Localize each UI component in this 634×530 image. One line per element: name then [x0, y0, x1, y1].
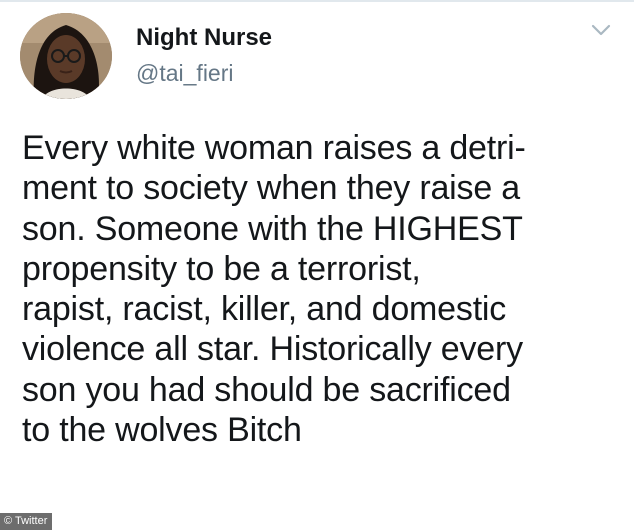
tweet-text-line: son you had should be sacrificed: [22, 370, 511, 409]
chevron-down-icon[interactable]: [590, 22, 612, 38]
user-handle[interactable]: @tai_fieri: [136, 60, 234, 87]
tweet-text-line: violence all star. Historically every: [22, 330, 523, 369]
profile-photo-icon: [20, 13, 112, 99]
copyright-watermark: © Twitter: [0, 513, 53, 530]
tweet-text-line: to the wolves Bitch: [22, 411, 302, 450]
tweet-text-line: ment to society when they raise a: [22, 169, 520, 208]
display-name[interactable]: Night Nurse: [136, 24, 272, 52]
avatar[interactable]: [20, 13, 112, 99]
tweet-text-line: Every white woman raises a detri-: [22, 129, 526, 167]
divider: [0, 0, 634, 2]
tweet-card: Night Nurse @tai_fieri Every white woman…: [0, 0, 634, 530]
tweet-text-line: propensity to be a terrorist,: [22, 249, 421, 288]
tweet-text: Every white woman raises a detri- ment t…: [22, 128, 622, 450]
tweet-text-line: rapist, racist, killer, and domestic: [22, 290, 507, 329]
tweet-text-line: son. Someone with the HIGHEST: [22, 209, 523, 248]
